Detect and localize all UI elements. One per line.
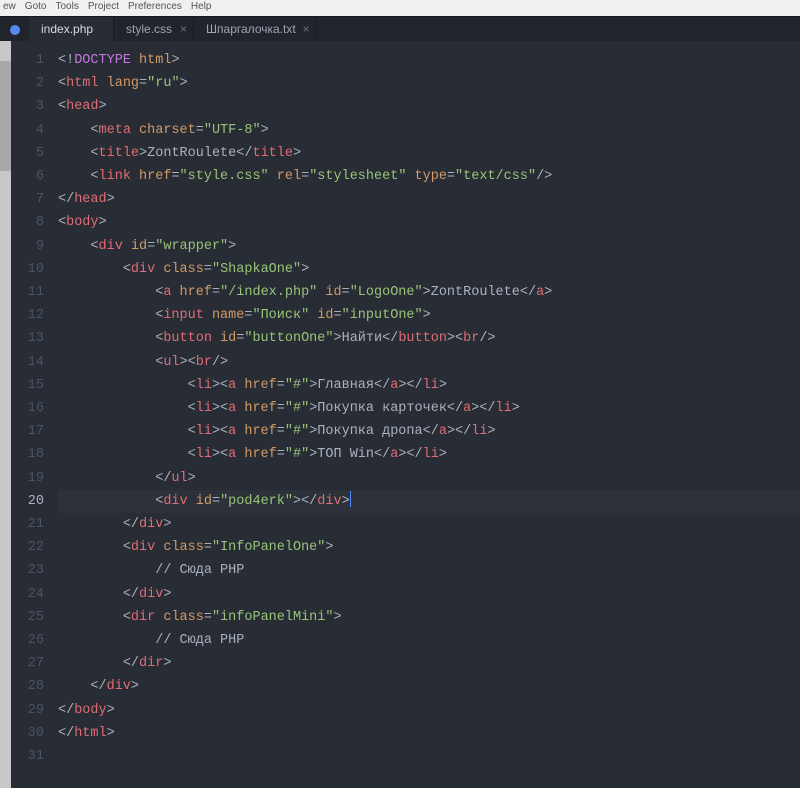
line-number: 23 [11,559,44,582]
line-number: 10 [11,258,44,281]
code-line[interactable]: <li><a href="#">Покупка дропа</a></li> [58,420,800,443]
code-line[interactable]: <head> [58,95,800,118]
code-line[interactable]: </html> [58,722,800,745]
code-line[interactable]: <title>ZontRoulete</title> [58,142,800,165]
line-number: 13 [11,327,44,350]
close-icon[interactable]: × [180,22,187,36]
line-number: 8 [11,211,44,234]
line-number: 2 [11,72,44,95]
line-number: 7 [11,188,44,211]
editor-app: ew Goto Tools Project Preferences Help index.… [0,0,800,788]
tab-label: Шпаргалочка.txt [206,22,296,36]
line-number: 25 [11,606,44,629]
code-line[interactable]: </div> [58,675,800,698]
code-line[interactable] [58,745,800,768]
line-number: 12 [11,304,44,327]
line-number: 5 [11,142,44,165]
tab-label: style.css [126,22,172,36]
line-number: 21 [11,513,44,536]
code-line[interactable]: <ul><br/> [58,351,800,374]
code-editor[interactable]: 1234567891011121314151617181920212223242… [11,41,800,788]
code-line[interactable]: </div> [58,513,800,536]
close-icon[interactable]: × [303,22,310,36]
code-line[interactable]: </dir> [58,652,800,675]
menu-item[interactable]: ew [3,1,16,12]
menu-item[interactable]: Goto [25,1,47,12]
line-number-gutter: 1234567891011121314151617181920212223242… [11,41,56,788]
line-number: 29 [11,699,44,722]
line-number: 16 [11,397,44,420]
line-number: 6 [11,165,44,188]
code-line[interactable]: <body> [58,211,800,234]
code-line[interactable]: <!DOCTYPE html> [58,49,800,72]
line-number: 17 [11,420,44,443]
code-line[interactable]: <link href="style.css" rel="stylesheet" … [58,165,800,188]
line-number: 30 [11,722,44,745]
code-line[interactable]: <html lang="ru"> [58,72,800,95]
code-line[interactable]: </head> [58,188,800,211]
line-number: 4 [11,119,44,142]
tab-label: index.php [41,22,93,36]
line-number: 3 [11,95,44,118]
menu-item[interactable]: Tools [55,1,78,12]
code-line[interactable]: // Сюда PHP [58,559,800,582]
menu-item[interactable]: Preferences [128,1,182,12]
line-number: 9 [11,235,44,258]
line-number: 14 [11,351,44,374]
code-content[interactable]: <!DOCTYPE html><html lang="ru"><head> <m… [56,41,800,788]
code-line[interactable]: <li><a href="#">Покупка карточек</a></li… [58,397,800,420]
code-line[interactable]: <li><a href="#">Главная</a></li> [58,374,800,397]
line-number: 31 [11,745,44,768]
code-line[interactable]: <meta charset="UTF-8"> [58,119,800,142]
line-number: 18 [11,443,44,466]
line-number: 22 [11,536,44,559]
code-line[interactable]: </ul> [58,467,800,490]
code-line[interactable]: <div id="wrapper"> [58,235,800,258]
code-line[interactable]: <a href="/index.php" id="LogoOne">ZontRo… [58,281,800,304]
tab[interactable]: index.php [29,17,114,41]
code-line[interactable]: <dir class="infoPanelMini"> [58,606,800,629]
code-line[interactable]: </body> [58,699,800,722]
line-number: 11 [11,281,44,304]
line-number: 26 [11,629,44,652]
code-line[interactable]: <button id="buttonOne">Найти</button><br… [58,327,800,350]
tab[interactable]: Шпаргалочка.txt × [194,17,317,41]
modified-dot-icon [10,25,20,35]
code-line[interactable]: <input name="Поиск" id="inputOne"> [58,304,800,327]
tab[interactable]: style.css × [114,17,194,41]
menu-bar[interactable]: ew Goto Tools Project Preferences Help [0,0,800,16]
code-line[interactable]: <div class="ShapkaOne"> [58,258,800,281]
code-line[interactable]: <div id="pod4erk"></div> [58,490,800,513]
editor-area: 1234567891011121314151617181920212223242… [0,41,800,788]
line-number: 19 [11,467,44,490]
menu-item[interactable]: Help [191,1,212,12]
line-number: 28 [11,675,44,698]
scrollbar[interactable] [0,41,11,788]
menu-item[interactable]: Project [88,1,119,12]
code-line[interactable]: <div class="InfoPanelOne"> [58,536,800,559]
line-number: 27 [11,652,44,675]
line-number: 20 [11,490,44,513]
tab-bar: index.php style.css × Шпаргалочка.txt × [0,16,800,41]
code-line[interactable]: <li><a href="#">ТОП Win</a></li> [58,443,800,466]
code-line[interactable]: </div> [58,583,800,606]
scrollbar-thumb[interactable] [0,61,11,171]
line-number: 24 [11,583,44,606]
line-number: 15 [11,374,44,397]
code-line[interactable]: // Сюда PHP [58,629,800,652]
line-number: 1 [11,49,44,72]
